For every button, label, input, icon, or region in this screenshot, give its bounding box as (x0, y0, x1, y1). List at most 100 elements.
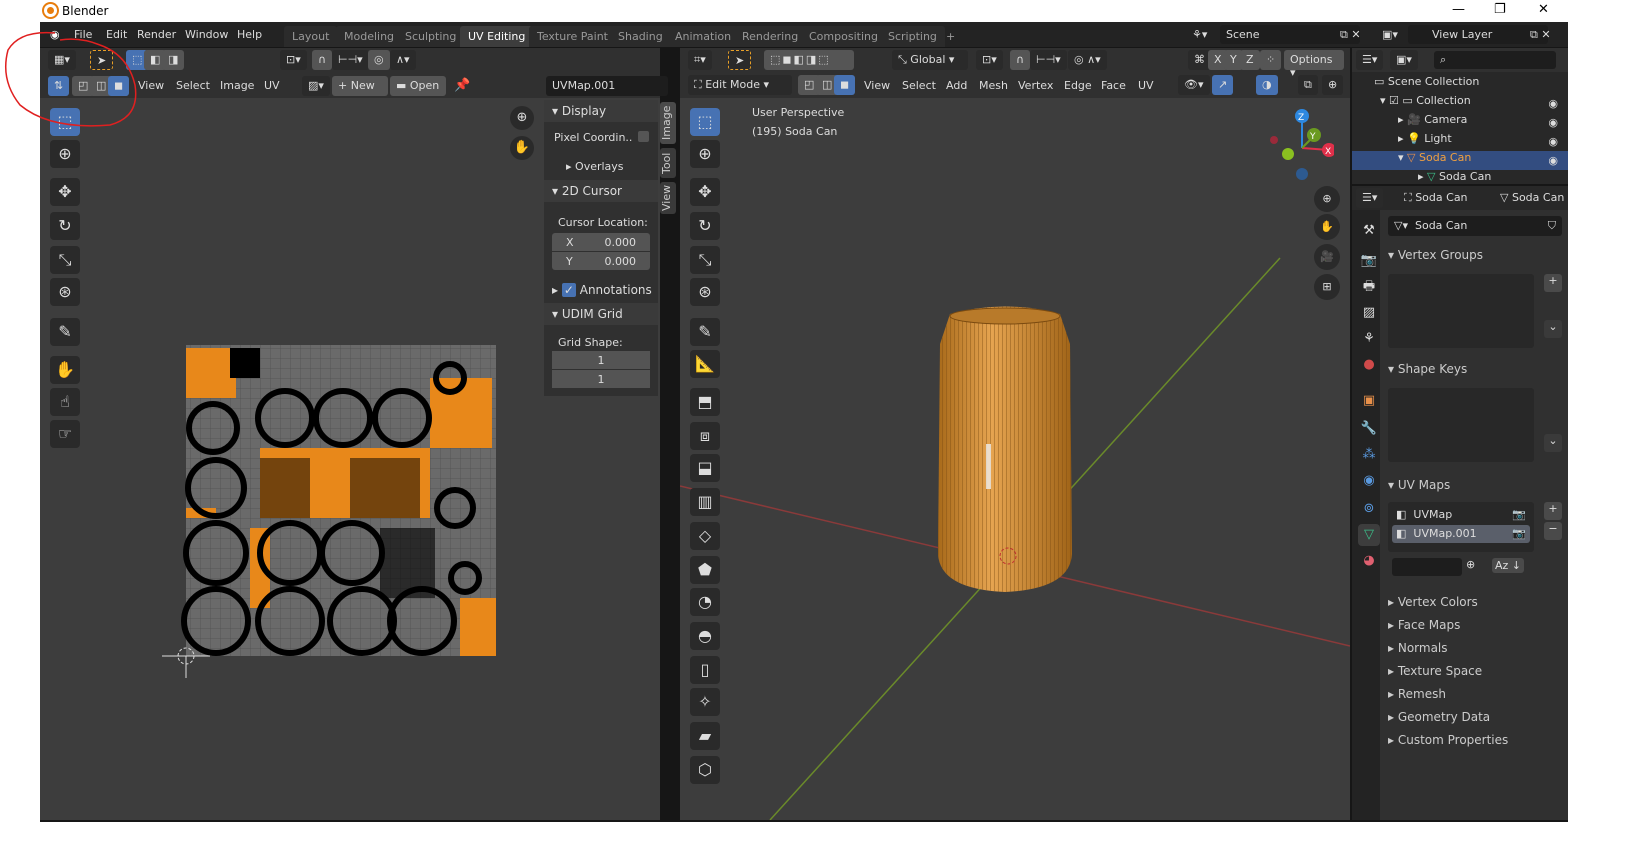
move-tool-icon-3d[interactable]: ✥ (690, 178, 720, 206)
rip-tool-icon[interactable]: ⬡ (690, 756, 720, 784)
relax-tool-icon[interactable]: ☝ (50, 388, 80, 416)
material-tab-icon[interactable]: ◕ (1358, 550, 1380, 572)
spin-tool-icon[interactable]: ◔ (690, 588, 720, 616)
perspective-toggle-icon[interactable]: ⊞ (1314, 274, 1340, 300)
auto-merge-icon[interactable]: ⁘ (1260, 50, 1282, 70)
modifier-tab-icon[interactable]: 🔧 (1358, 418, 1380, 440)
snap-target-icon[interactable]: ⊢⊣▾ (332, 50, 369, 70)
scene-icon[interactable]: ⚘▾ (1192, 28, 1207, 41)
uv-maps-header[interactable]: ▾ UV Maps (1388, 478, 1450, 492)
outliner-search-input[interactable]: ⌕ (1434, 51, 1556, 69)
render-camera-icon[interactable]: 📷 (1512, 527, 1526, 540)
tab-animation[interactable]: Animation (667, 26, 740, 47)
tab-rendering[interactable]: Rendering (734, 26, 807, 47)
shear-tool-icon[interactable]: ▰ (690, 722, 720, 750)
xray-icon[interactable]: ⧉ (1298, 75, 1318, 95)
vertex-groups-header[interactable]: ▾ Vertex Groups (1388, 248, 1483, 262)
outliner-item-light[interactable]: ▸ 💡 Light ◉ (1352, 132, 1568, 151)
measure-tool-icon[interactable]: 📐 (690, 350, 720, 378)
edge-slide-tool-icon[interactable]: ▯ (690, 656, 720, 684)
face-mode-icon[interactable]: ◼ (834, 75, 856, 95)
normals-panel-header[interactable]: ▸ Normals (1388, 641, 1448, 655)
annotations-checkbox[interactable]: ✓ (561, 283, 576, 297)
object-tab-icon[interactable]: ▣ (1358, 390, 1380, 412)
viewport-menu-add[interactable]: Add (946, 79, 967, 92)
scale-tool-icon-3d[interactable]: ⤡ (690, 246, 720, 274)
snap-icon-3d[interactable]: ∩ (1010, 50, 1031, 70)
uv-map-item-selected[interactable]: ◧ UVMap.001 📷 (1392, 525, 1530, 543)
shape-keys-list[interactable] (1388, 388, 1534, 462)
bevel-tool-icon[interactable]: ⬓ (690, 454, 720, 482)
proportional-icon-3d[interactable]: ◎ ∧▾ (1068, 50, 1107, 70)
viewport-menu-edge[interactable]: Edge (1064, 79, 1092, 92)
zoom-icon[interactable]: ⊕ (510, 106, 534, 130)
properties-editor-type-icon[interactable]: ☰▾ (1356, 188, 1384, 208)
uv-menu-uv[interactable]: UV (264, 79, 280, 92)
annotate-tool-icon[interactable]: ✎ (50, 318, 80, 346)
visibility-icon[interactable]: 👁▾ (1178, 75, 1210, 95)
filter-invert-icon[interactable]: ⊕ (1466, 558, 1475, 571)
add-workspace-button[interactable]: + (938, 26, 963, 47)
transform-tool-icon[interactable]: ⊛ (50, 278, 80, 306)
gizmo-toggle-icon[interactable]: ↗ (1212, 75, 1234, 95)
udim-panel-header[interactable]: ▾ UDIM Grid (544, 303, 658, 325)
falloff-icon[interactable]: ∧▾ (390, 50, 416, 70)
outliner-display-mode-icon[interactable]: ☰▾ (1356, 50, 1384, 70)
grab-tool-icon[interactable]: ✋ (50, 356, 80, 384)
uv-filter-input[interactable] (1392, 558, 1462, 576)
pin-icon[interactable]: 📌 (454, 78, 470, 93)
geometry-data-panel-header[interactable]: ▸ Geometry Data (1388, 710, 1490, 724)
open-image-button[interactable]: ▬ Open (390, 76, 446, 96)
cursor-y-field[interactable]: Y 0.000 (552, 252, 650, 270)
view-layer-icon[interactable]: ▣▾ (1382, 28, 1398, 41)
pivot-icon-3d[interactable]: ⊡▾ (976, 50, 1003, 70)
annotations-panel-header[interactable]: ▸ ✓ Annotations (552, 283, 652, 297)
pixel-coords-checkbox[interactable] (638, 131, 649, 142)
uv-layout[interactable] (160, 338, 510, 688)
tab-modeling[interactable]: Modeling (336, 26, 403, 47)
mesh-name-field[interactable]: ▽▾ Soda Can ⛉ (1388, 216, 1562, 236)
loop-cut-tool-icon[interactable]: ▥ (690, 488, 720, 516)
shape-keys-header[interactable]: ▾ Shape Keys (1388, 362, 1467, 376)
mode-dropdown[interactable]: ⛶ Edit Mode ▾ (688, 75, 792, 95)
move-tool-icon[interactable]: ✥ (50, 178, 80, 206)
display-panel-header[interactable]: ▾ Display (544, 100, 658, 122)
add-vertex-group-button[interactable]: + (1544, 274, 1562, 292)
pinch-tool-icon[interactable]: ☞ (50, 420, 80, 448)
object-interaction-icon[interactable]: ⌗▾ (688, 50, 712, 70)
custom-properties-panel-header[interactable]: ▸ Custom Properties (1388, 733, 1508, 747)
shading-wireframe-icon[interactable]: ⊕ (1322, 75, 1344, 95)
image-browse-icon[interactable]: ▨▾ (302, 76, 330, 96)
visibility-eye-icon[interactable]: ◉ (1548, 116, 1558, 129)
select-box-tool-icon[interactable]: ⬚ (690, 108, 720, 136)
overlay-toggle-icon[interactable]: ◑ (1256, 75, 1278, 95)
properties-object-breadcrumb[interactable]: ⛶ Soda Can (1404, 191, 1468, 205)
visibility-eye-icon[interactable]: ◉ (1548, 135, 1558, 148)
menu-window[interactable]: Window (185, 28, 228, 41)
orientation-dropdown[interactable]: ⤡ Global ▾ (892, 50, 968, 70)
remove-uv-map-button[interactable]: − (1544, 522, 1562, 540)
tab-texture-paint[interactable]: Texture Paint (529, 26, 616, 47)
constraints-tab-icon[interactable]: ⊚ (1358, 498, 1380, 520)
viewport-zoom-icon[interactable]: ⊕ (1314, 186, 1340, 212)
tab-sculpting[interactable]: Sculpting (397, 26, 465, 47)
options-dropdown[interactable]: Options ▾ (1284, 50, 1344, 79)
knife-tool-icon[interactable]: ◇ (690, 522, 720, 550)
cursor-x-field[interactable]: X 0.000 (552, 233, 650, 251)
render-tab-icon[interactable]: 📷 (1358, 250, 1380, 272)
close-button[interactable]: ✕ (1538, 2, 1549, 17)
pan-icon[interactable]: ✋ (510, 136, 534, 160)
inset-tool-icon[interactable]: ⧈ (690, 422, 720, 450)
cursor-tool-icon-3d[interactable]: ⊕ (690, 140, 720, 168)
outliner-filter-icon[interactable]: ▣▾ (1390, 50, 1418, 70)
view-layer-tab-icon[interactable]: ▨ (1358, 302, 1380, 324)
scale-tool-icon[interactable]: ⤡ (50, 246, 80, 274)
viewport-menu-vertex[interactable]: Vertex (1018, 79, 1053, 92)
proportional-edit-icon[interactable]: ◎ (368, 50, 390, 70)
outliner-item-soda-can[interactable]: ▾ ▽ Soda Can ◉ (1352, 151, 1568, 170)
tab-layout[interactable]: Layout (284, 26, 338, 47)
outliner-item-camera[interactable]: ▸ 🎥 Camera ◉ (1352, 113, 1568, 132)
mirror-z-button[interactable]: Z (1240, 50, 1260, 70)
view-layer-selector[interactable]: View Layer (1408, 25, 1548, 44)
vertex-group-menu-button[interactable]: ⌄ (1544, 320, 1562, 338)
